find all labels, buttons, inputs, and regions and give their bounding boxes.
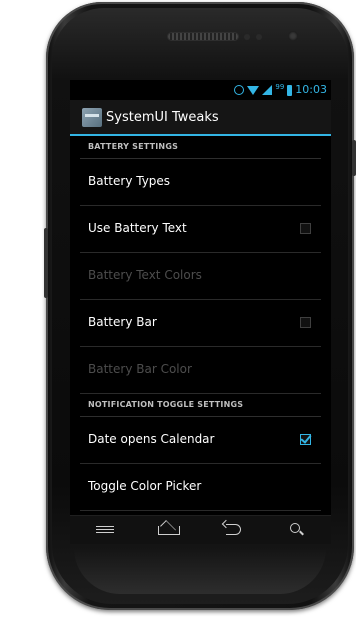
- date-opens-calendar-checkbox[interactable]: [300, 434, 311, 445]
- volume-button: [44, 228, 48, 298]
- pref-battery-bar-color: Battery Bar Color: [80, 347, 321, 394]
- alarm-icon: [234, 85, 245, 95]
- navigation-bar: [70, 515, 331, 544]
- light-sensor: [256, 34, 262, 40]
- home-icon[interactable]: [153, 520, 183, 540]
- pref-battery-text-colors: Battery Text Colors: [80, 253, 321, 300]
- pref-date-opens-calendar[interactable]: Date opens Calendar: [80, 417, 321, 464]
- preferences-list: BATTERY SETTINGS Battery Types Use Batte…: [70, 136, 331, 511]
- pref-battery-types[interactable]: Battery Types: [80, 159, 321, 206]
- status-bar: 99 10:03: [70, 80, 331, 100]
- pref-use-battery-text[interactable]: Use Battery Text: [80, 206, 321, 253]
- app-title: SystemUI Tweaks: [106, 110, 219, 125]
- section-header-battery: BATTERY SETTINGS: [80, 136, 321, 159]
- battery-level: 99: [275, 83, 285, 91]
- search-icon[interactable]: [282, 520, 312, 540]
- power-button: [352, 140, 356, 176]
- battery-icon: [287, 84, 293, 96]
- app-icon[interactable]: [82, 108, 102, 127]
- clock: 10:03: [295, 83, 327, 96]
- proximity-sensor: [244, 34, 250, 40]
- section-header-notification-toggles: NOTIFICATION TOGGLE SETTINGS: [80, 394, 321, 417]
- battery-bar-checkbox[interactable]: [300, 317, 311, 328]
- pref-battery-bar[interactable]: Battery Bar: [80, 300, 321, 347]
- back-icon[interactable]: [218, 520, 248, 540]
- use-battery-text-checkbox[interactable]: [300, 223, 311, 234]
- earpiece-speaker: [168, 33, 238, 40]
- front-camera: [288, 31, 298, 41]
- wifi-icon: [247, 85, 260, 95]
- bezel-gloss: [74, 548, 326, 594]
- menu-icon[interactable]: [90, 520, 120, 540]
- signal-icon: [262, 85, 273, 95]
- action-bar: SystemUI Tweaks: [70, 100, 331, 136]
- screen: 99 10:03 SystemUI Tweaks BATTERY SETTING…: [70, 80, 331, 544]
- pref-toggle-color-picker[interactable]: Toggle Color Picker: [80, 464, 321, 511]
